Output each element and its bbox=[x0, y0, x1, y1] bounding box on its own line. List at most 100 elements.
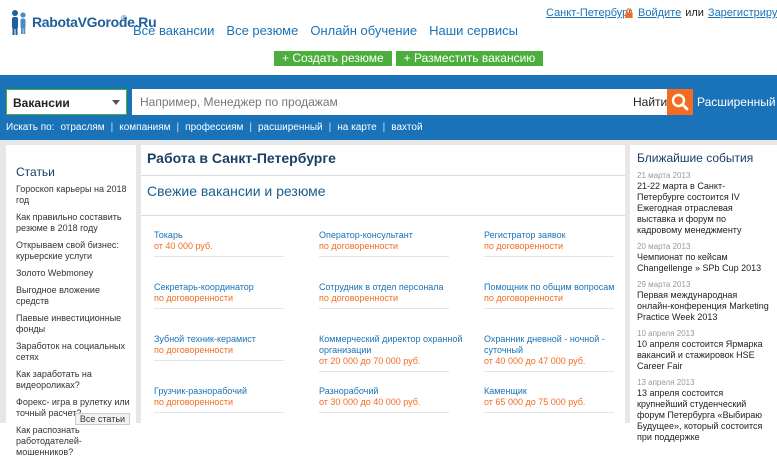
article-link[interactable]: Заработок на социальных сетях bbox=[16, 341, 136, 363]
nav-all-vacancies[interactable]: Все вакансии bbox=[133, 23, 214, 38]
event-link[interactable]: 13 апреля состоится крупнейший студенчес… bbox=[637, 388, 777, 443]
events-title: Ближайшие события bbox=[637, 151, 754, 165]
event-link[interactable]: 10 апреля состоится Ярмарка вакансий и с… bbox=[637, 339, 777, 372]
article-link[interactable]: Как правильно составить резюме в 2018 го… bbox=[16, 212, 136, 234]
vacancy-item: Каменщик от 65 000 до 75 000 руб. bbox=[484, 386, 624, 438]
login-link[interactable]: Войдите bbox=[638, 7, 681, 19]
divider bbox=[154, 256, 284, 257]
find-label[interactable]: Найти bbox=[633, 95, 667, 109]
divider bbox=[484, 256, 614, 257]
logo-people-icon bbox=[12, 10, 26, 35]
vacancy-item: Оператор-консультант по договоренности bbox=[319, 230, 484, 282]
vacancy-title[interactable]: Токарь bbox=[154, 230, 319, 241]
vacancy-item: Секретарь-координатор по договоренности bbox=[154, 282, 319, 334]
separator: | bbox=[249, 122, 252, 133]
vacancy-title[interactable]: Каменщик bbox=[484, 386, 624, 397]
lock-icon bbox=[625, 8, 633, 18]
event-link[interactable]: 21-22 марта в Санкт-Петербурге состоится… bbox=[637, 181, 777, 236]
vacancy-item: Грузчик-разнорабочий по договоренности bbox=[154, 386, 319, 438]
separator: | bbox=[176, 122, 180, 133]
post-vacancy-button[interactable]: + Разместить вакансию bbox=[395, 51, 544, 66]
city-selector[interactable]: Санкт-Петербург bbox=[546, 7, 632, 19]
event-link[interactable]: Первая международная онлайн-конференция … bbox=[637, 290, 777, 323]
divider bbox=[484, 371, 614, 372]
search-by-companies[interactable]: компаниям bbox=[119, 122, 170, 133]
event-item: 29 марта 2013 Первая международная онлайн… bbox=[637, 280, 777, 323]
advanced-search-link[interactable]: Расширенный bbox=[697, 95, 776, 109]
vacancy-item: Зубной техник-керамист по договоренности bbox=[154, 334, 319, 386]
event-item: 13 апреля 2013 13 апреля состоится крупне… bbox=[637, 378, 777, 443]
article-link[interactable]: Паевые инвестиционные фонды bbox=[16, 313, 136, 335]
all-articles-button[interactable]: Все статьи bbox=[75, 413, 130, 425]
chevron-down-icon bbox=[112, 100, 120, 105]
article-link[interactable]: Открываем свой бизнес: курьерские услуги bbox=[16, 240, 136, 262]
vacancy-salary: по договоренности bbox=[154, 293, 234, 303]
nav-all-resumes[interactable]: Все резюме bbox=[226, 23, 298, 38]
vacancy-title[interactable]: Помощник по общим вопросам bbox=[484, 282, 624, 293]
create-resume-button[interactable]: + Создать резюме bbox=[274, 51, 392, 66]
vacancy-title[interactable]: Грузчик-разнорабочий bbox=[154, 386, 319, 397]
divider bbox=[484, 412, 614, 413]
search-by-advanced[interactable]: расширенный bbox=[258, 122, 323, 133]
divider bbox=[484, 308, 614, 309]
search-input[interactable] bbox=[132, 89, 667, 115]
search-by-professions[interactable]: профессиям bbox=[185, 122, 243, 133]
vacancy-list: Токарь от 40 000 руб. Оператор-консультан… bbox=[154, 230, 624, 438]
vacancy-item: Коммерческий директор охранной организац… bbox=[319, 334, 484, 386]
vacancy-salary: от 20 000 до 70 000 руб. bbox=[319, 356, 421, 366]
auth-or-text: или bbox=[685, 7, 704, 19]
vacancy-salary: от 40 000 до 47 000 руб. bbox=[484, 356, 586, 366]
event-item: 20 марта 2013 Чемпионат по кейсам Changel… bbox=[637, 242, 777, 274]
article-link[interactable]: Как распознать работодателей-мошенников? bbox=[16, 425, 136, 458]
divider bbox=[319, 256, 449, 257]
articles-title: Статьи bbox=[16, 165, 55, 179]
search-by-industries[interactable]: отраслям bbox=[60, 122, 104, 133]
vacancy-salary: от 30 000 до 40 000 руб. bbox=[319, 397, 421, 407]
nav-our-services[interactable]: Наши сервисы bbox=[429, 23, 518, 38]
vacancy-title[interactable]: Оператор-консультант bbox=[319, 230, 484, 241]
article-link[interactable]: Золото Webmoney bbox=[16, 268, 136, 279]
article-link[interactable]: Выгодное вложение средств bbox=[16, 285, 136, 307]
register-link[interactable]: Зарегистрируйтесь. bbox=[708, 7, 777, 19]
search-by-map[interactable]: на карте bbox=[337, 122, 376, 133]
nav-online-learning[interactable]: Онлайн обучение bbox=[310, 23, 417, 38]
divider bbox=[141, 215, 625, 216]
vacancy-title[interactable]: Секретарь-координатор bbox=[154, 282, 319, 293]
page-title: Работа в Санкт-Петербурге bbox=[147, 150, 336, 166]
search-by-label: Искать по: bbox=[6, 122, 55, 133]
vacancy-title[interactable]: Коммерческий директор охранной организац… bbox=[319, 334, 484, 356]
divider bbox=[154, 412, 284, 413]
vacancy-salary: по договоренности bbox=[154, 345, 234, 355]
event-item: 21 марта 2013 21-22 марта в Санкт-Петербу… bbox=[637, 171, 777, 236]
separator: | bbox=[110, 122, 114, 133]
event-date: 29 марта 2013 bbox=[637, 280, 691, 289]
vacancy-salary: от 40 000 руб. bbox=[154, 241, 213, 251]
vacancy-title[interactable]: Зубной техник-керамист bbox=[154, 334, 319, 345]
event-date: 13 апреля 2013 bbox=[637, 378, 695, 387]
divider bbox=[154, 360, 284, 361]
search-category-select[interactable]: Вакансии bbox=[6, 89, 127, 115]
article-link[interactable]: Как заработать на видеороликах? bbox=[16, 369, 136, 391]
search-by-shift[interactable]: вахтой bbox=[391, 122, 422, 133]
vacancy-salary: по договоренности bbox=[319, 241, 399, 251]
vacancy-title[interactable]: Сотрудник в отдел персонала bbox=[319, 282, 484, 293]
article-link[interactable]: Гороскоп карьеры на 2018 год bbox=[16, 184, 136, 206]
vacancy-salary: от 65 000 до 75 000 руб. bbox=[484, 397, 586, 407]
separator: | bbox=[382, 122, 386, 133]
search-bar: Вакансии Найти Расширенный Искать по: от… bbox=[0, 75, 777, 140]
vacancy-item: Разнорабочий от 30 000 до 40 000 руб. bbox=[319, 386, 484, 438]
vacancy-salary: по договоренности bbox=[484, 241, 564, 251]
event-link[interactable]: Чемпионат по кейсам Changellenge » SPb C… bbox=[637, 252, 777, 274]
vacancy-title[interactable]: Разнорабочий bbox=[319, 386, 484, 397]
search-button[interactable] bbox=[667, 89, 693, 115]
vacancy-title[interactable]: Охранник дневной - ночной - суточный bbox=[484, 334, 624, 356]
site-header: RabotaVGorode.Ru ® Все вакансии Все резю… bbox=[0, 0, 777, 75]
vacancy-title[interactable]: Регистратор заявок bbox=[484, 230, 624, 241]
vacancy-salary: по договоренности bbox=[154, 397, 234, 407]
auth-links: Войдите или Зарегистрируйтесь. bbox=[624, 7, 777, 19]
vacancy-salary: по договоренности bbox=[319, 293, 399, 303]
vacancy-item: Помощник по общим вопросам по договоренно… bbox=[484, 282, 624, 334]
vacancy-item: Охранник дневной - ночной - суточный от 4… bbox=[484, 334, 624, 386]
vacancy-item: Сотрудник в отдел персонала по договоренн… bbox=[319, 282, 484, 334]
main-area: Статьи Гороскоп карьеры на 2018 год Как … bbox=[0, 140, 777, 457]
